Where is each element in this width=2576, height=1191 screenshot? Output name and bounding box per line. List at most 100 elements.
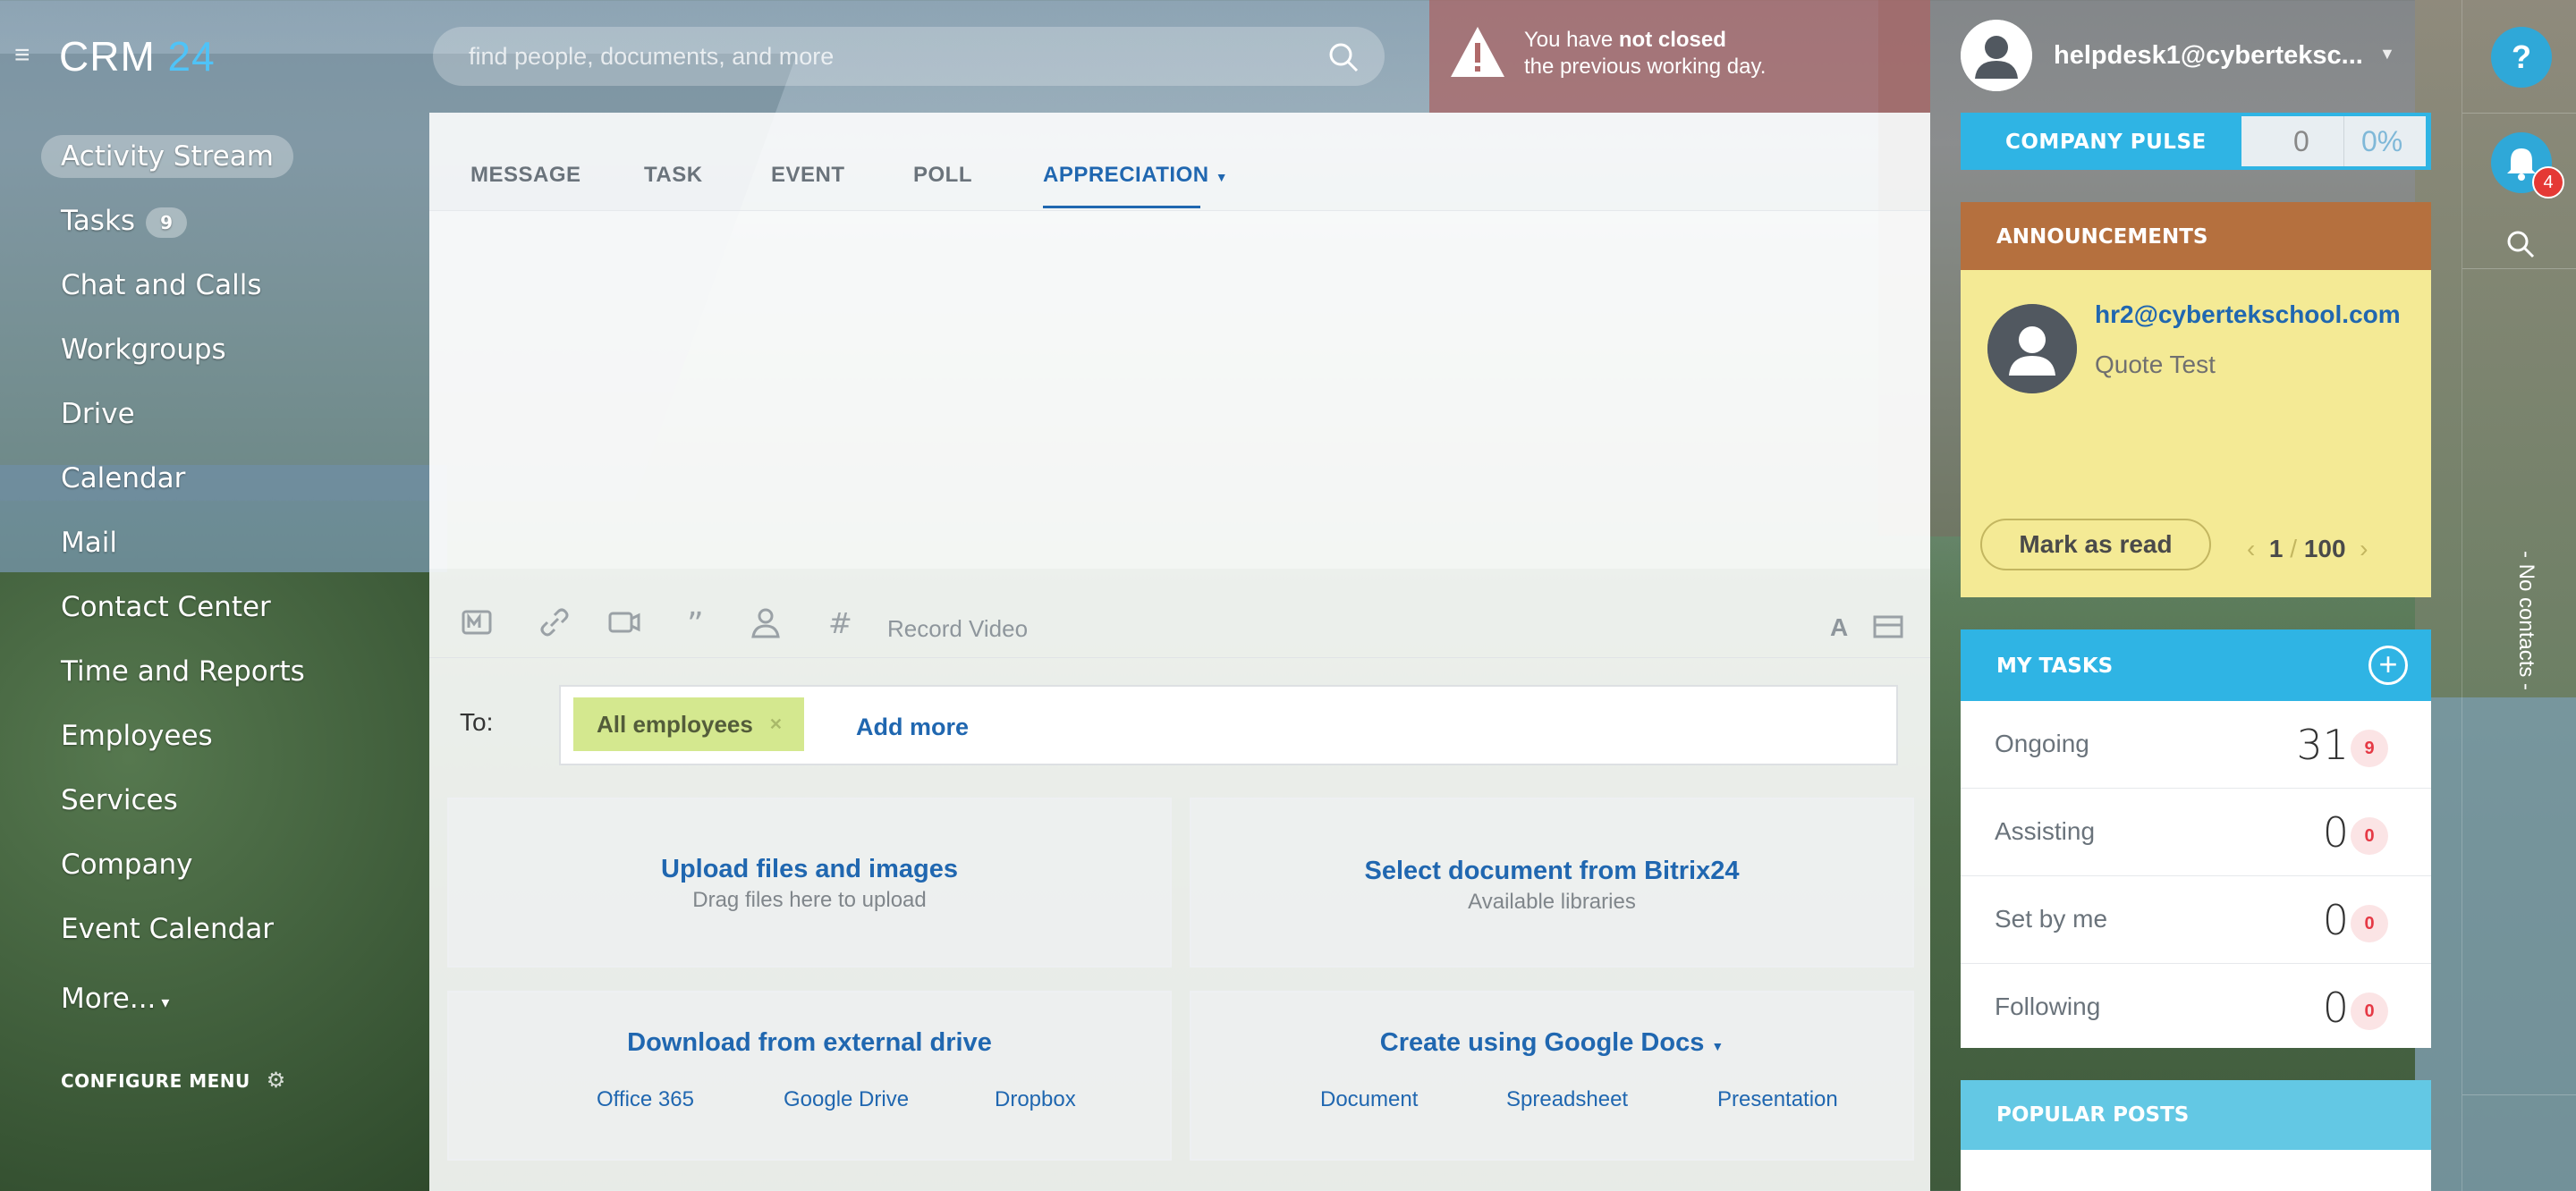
search-icon[interactable] [2504, 227, 2539, 263]
announcement-pager: ‹ 1 / 100 › [2247, 535, 2368, 562]
gdocs-document-link[interactable]: Document [1320, 1087, 1418, 1112]
chevron-down-icon: ▼ [1711, 1039, 1724, 1053]
gdocs-spreadsheet-link[interactable]: Spreadsheet [1506, 1087, 1628, 1112]
svg-text:#: # [828, 606, 852, 640]
add-more-link[interactable]: Add more [856, 714, 969, 741]
chevron-right-icon[interactable]: › [2360, 535, 2368, 562]
office365-link[interactable]: Office 365 [597, 1087, 694, 1112]
upload-title[interactable]: Upload files and images [449, 855, 1170, 884]
task-count: 0 [2322, 984, 2349, 1032]
notification-count-badge: 4 [2532, 166, 2564, 198]
tab-appreciation[interactable]: APPRECIATION ▼ [1043, 163, 1229, 208]
gear-icon: ⚙ [266, 1068, 286, 1093]
hashtag-icon[interactable]: # [823, 604, 859, 640]
my-tasks-header: MY TASKS + [1961, 629, 2431, 701]
bitrix-title[interactable]: Select document from Bitrix24 [1191, 857, 1912, 886]
logo[interactable]: CRM 24 [59, 32, 216, 80]
sidebar-item-event-calendar[interactable]: Event Calendar [41, 898, 417, 962]
link-icon[interactable] [537, 604, 572, 640]
quote-icon[interactable]: ” [682, 604, 717, 640]
panel-toggle-icon[interactable] [1871, 610, 1907, 646]
task-count: 31 [2296, 721, 2349, 769]
user-name[interactable]: helpdesk1@cyberteksc... [2054, 41, 2363, 71]
dropbox-link[interactable]: Dropbox [995, 1087, 1076, 1112]
popular-posts-list [1961, 1150, 2431, 1191]
google-drive-link[interactable]: Google Drive [784, 1087, 909, 1112]
bitrix-document-area[interactable]: Select document from Bitrix24 Available … [1190, 798, 1914, 967]
sidebar-item-chat[interactable]: Chat and Calls [41, 254, 417, 318]
chevron-down-icon: ▼ [1215, 170, 1229, 184]
no-contacts-label: - No contacts - [2514, 551, 2538, 691]
chevron-down-icon[interactable]: ▼ [2379, 45, 2395, 63]
company-pulse-label: COMPANY PULSE [2005, 131, 2207, 154]
tab-task[interactable]: TASK [644, 163, 703, 188]
upload-files-area[interactable]: Upload files and images Drag files here … [447, 798, 1172, 967]
record-video-button[interactable]: Record Video [887, 615, 1028, 643]
task-row-assisting[interactable]: Assisting 0 0 [1961, 789, 2431, 876]
sidebar-item-activity-stream[interactable]: Activity Stream [41, 125, 417, 190]
search-bar [433, 27, 1385, 86]
task-row-ongoing[interactable]: Ongoing 31 9 [1961, 701, 2431, 789]
sidebar-item-employees[interactable]: Employees [41, 705, 417, 769]
task-row-following[interactable]: Following 0 0 [1961, 964, 2431, 1052]
main-nav: Activity Stream Tasks 9 Chat and Calls Wo… [41, 125, 417, 1032]
text-format-icon[interactable]: A [1830, 613, 1848, 642]
mark-as-read-button[interactable]: Mark as read [1980, 519, 2211, 570]
external-drive-area: Download from external drive Office 365 … [447, 991, 1172, 1161]
sidebar-item-time-reports[interactable]: Time and Reports [41, 640, 417, 705]
remove-icon[interactable]: ✕ [769, 697, 783, 751]
avatar[interactable] [1961, 20, 2032, 91]
sidebar-item-services[interactable]: Services [41, 769, 417, 833]
avatar[interactable] [1987, 304, 2077, 393]
chevron-down-icon: ▾ [161, 993, 170, 1012]
tab-poll[interactable]: POLL [913, 163, 972, 188]
announcement-author[interactable]: hr2@cybertekschool.com [2095, 300, 2401, 329]
to-label: To: [460, 708, 494, 736]
sidebar-item-tasks[interactable]: Tasks 9 [41, 190, 417, 254]
pulse-percent: 0% [2361, 125, 2403, 157]
my-tasks-title: MY TASKS [1996, 655, 2114, 678]
task-row-set-by-me[interactable]: Set by me 0 0 [1961, 876, 2431, 964]
sidebar-item-contact-center[interactable]: Contact Center [41, 576, 417, 640]
composer-tabs: MESSAGE TASK EVENT POLL APPRECIATION ▼ [429, 113, 1930, 211]
external-drive-title[interactable]: Download from external drive [449, 1028, 1170, 1058]
add-task-icon[interactable]: + [2368, 646, 2408, 685]
configure-menu-button[interactable]: CONFIGURE MENU ⚙ [61, 1068, 286, 1093]
chevron-left-icon[interactable]: ‹ [2247, 535, 2255, 562]
video-icon[interactable] [606, 604, 642, 640]
task-count: 0 [2322, 808, 2349, 857]
sidebar-item-workgroups[interactable]: Workgroups [41, 318, 417, 383]
announcement-card: hr2@cybertekschool.com Quote Test Mark a… [1961, 270, 2431, 597]
task-badge: 9 [2351, 730, 2388, 767]
search-icon[interactable] [1326, 39, 1361, 75]
tab-event[interactable]: EVENT [771, 163, 845, 188]
formatting-icon[interactable] [460, 604, 496, 640]
bitrix-subtitle: Available libraries [1468, 890, 1636, 914]
recipients-field[interactable]: All employees ✕ Add more [559, 685, 1898, 765]
sidebar-item-more[interactable]: More... ▾ [41, 967, 417, 1032]
tab-message[interactable]: MESSAGE [470, 163, 581, 188]
task-badge: 0 [2351, 817, 2388, 855]
sidebar-item-drive[interactable]: Drive [41, 383, 417, 447]
hamburger-icon[interactable]: ≡ [14, 42, 41, 69]
pulse-values: 0 0% [2241, 116, 2426, 166]
company-pulse-widget[interactable]: COMPANY PULSE 0 0% [1961, 113, 2431, 170]
user-menu[interactable]: helpdesk1@cyberteksc... ▼ [1959, 0, 2406, 113]
message-editor[interactable] [429, 211, 1930, 569]
sidebar-item-company[interactable]: Company [41, 833, 417, 898]
sidebar-item-mail[interactable]: Mail [41, 511, 417, 576]
sidebar-item-calendar[interactable]: Calendar [41, 447, 417, 511]
workday-warning[interactable]: You have not closed the previous working… [1429, 0, 1930, 113]
svg-text:”: ” [687, 606, 704, 640]
popular-posts-header: POPULAR POSTS [1961, 1080, 2431, 1150]
help-button[interactable]: ? [2491, 27, 2552, 88]
my-tasks-list: Ongoing 31 9 Assisting 0 0 Set by me 0 0… [1961, 701, 2431, 1048]
task-badge: 0 [2351, 992, 2388, 1030]
gdocs-presentation-link[interactable]: Presentation [1717, 1087, 1838, 1112]
mention-user-icon[interactable] [748, 604, 784, 640]
google-docs-title[interactable]: Create using Google Docs ▼ [1191, 1028, 1912, 1058]
search-input[interactable] [469, 39, 1309, 73]
warning-icon [1451, 27, 1504, 77]
recipient-chip[interactable]: All employees ✕ [573, 697, 804, 751]
post-composer: MESSAGE TASK EVENT POLL APPRECIATION ▼ ”… [429, 113, 1930, 1191]
